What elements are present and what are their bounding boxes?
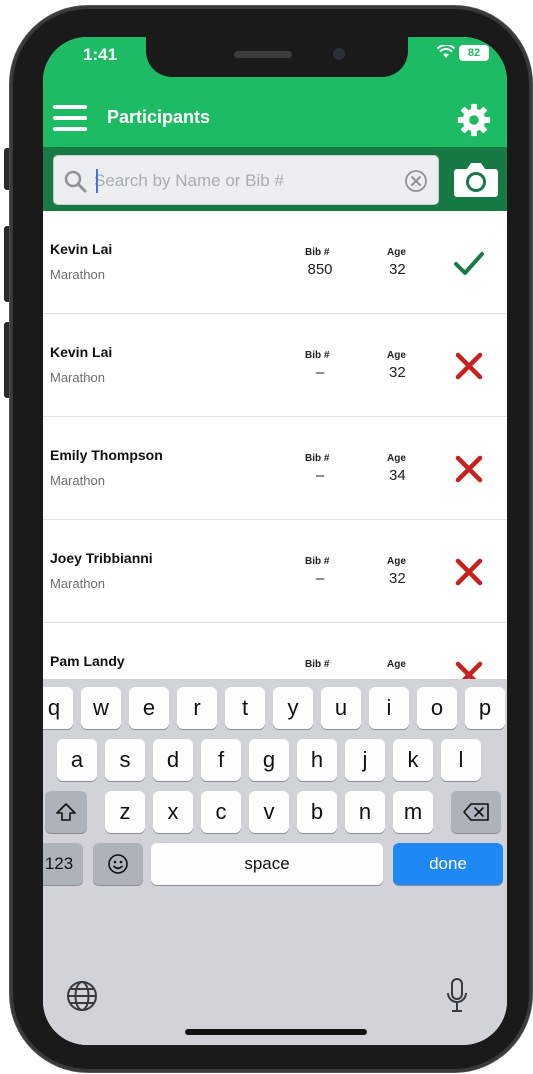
magnifier-icon <box>64 170 87 193</box>
key-h[interactable]: h <box>297 739 337 781</box>
age-value: 32 <box>389 261 406 278</box>
key-n[interactable]: n <box>345 791 385 833</box>
key-x[interactable]: x <box>153 791 193 833</box>
age-label: Age <box>387 350 406 361</box>
key-f[interactable]: f <box>201 739 241 781</box>
age-label: Age <box>387 453 406 464</box>
age-value: 34 <box>389 467 406 484</box>
participant-name: Pam Landy <box>50 653 125 669</box>
participant-name: Emily Thompson <box>50 447 163 463</box>
emoji-icon[interactable] <box>93 843 143 885</box>
notch <box>146 37 408 77</box>
clear-circle-icon[interactable] <box>404 169 428 193</box>
status-time: 1:41 <box>83 45 118 64</box>
bib-label: Bib # <box>305 350 330 361</box>
numbers-key[interactable]: 123 <box>43 843 83 885</box>
participant-event: Marathon <box>50 576 105 591</box>
gear-icon[interactable] <box>455 101 493 139</box>
bib-value: 850 <box>307 261 333 278</box>
bib-value: – <box>315 364 325 381</box>
space-key[interactable]: space <box>151 843 383 885</box>
list-item[interactable]: Joey Tribbianni Marathon Bib # – Age 32 <box>43 520 507 623</box>
hamburger-menu-icon[interactable] <box>53 105 87 135</box>
cross-icon[interactable] <box>453 556 485 588</box>
key-d[interactable]: d <box>153 739 193 781</box>
key-u[interactable]: u <box>321 687 361 729</box>
key-q[interactable]: q <box>43 687 73 729</box>
age-label: Age <box>387 247 406 258</box>
microphone-icon[interactable] <box>445 977 469 1015</box>
bib-label: Bib # <box>305 453 330 464</box>
camera-icon[interactable] <box>453 159 499 199</box>
participant-name: Joey Tribbianni <box>50 550 153 566</box>
search-input[interactable] <box>94 164 394 198</box>
backspace-icon[interactable] <box>451 791 501 833</box>
bib-value: – <box>315 570 325 587</box>
key-l[interactable]: l <box>441 739 481 781</box>
cross-icon[interactable] <box>453 350 485 382</box>
bib-label: Bib # <box>305 247 330 258</box>
key-g[interactable]: g <box>249 739 289 781</box>
key-s[interactable]: s <box>105 739 145 781</box>
age-label: Age <box>387 659 406 670</box>
participant-event: Marathon <box>50 473 105 488</box>
checkmark-icon[interactable] <box>453 247 485 279</box>
wifi-icon <box>436 44 456 64</box>
key-b[interactable]: b <box>297 791 337 833</box>
done-key[interactable]: done <box>393 843 503 885</box>
key-m[interactable]: m <box>393 791 433 833</box>
app-header: Participants <box>43 97 507 147</box>
key-a[interactable]: a <box>57 739 97 781</box>
key-z[interactable]: z <box>105 791 145 833</box>
key-e[interactable]: e <box>129 687 169 729</box>
participant-name: Kevin Lai <box>50 241 113 257</box>
bib-label: Bib # <box>305 556 330 567</box>
key-c[interactable]: c <box>201 791 241 833</box>
key-w[interactable]: w <box>81 687 121 729</box>
participant-list: Kevin Lai Marathon Bib # 850 Age 32 Kevi… <box>43 211 507 726</box>
age-label: Age <box>387 556 406 567</box>
age-value: 32 <box>389 364 406 381</box>
bib-label: Bib # <box>305 659 330 670</box>
shift-icon[interactable] <box>45 791 87 833</box>
battery-indicator: 82 <box>459 45 489 61</box>
key-j[interactable]: j <box>345 739 385 781</box>
key-v[interactable]: v <box>249 791 289 833</box>
screen: 1:41 82 Participants Search by Name or B… <box>43 37 507 1045</box>
globe-icon[interactable] <box>65 979 99 1013</box>
front-camera <box>333 48 345 60</box>
speaker-grille <box>234 51 292 58</box>
bib-value: – <box>315 467 325 484</box>
key-p[interactable]: p <box>465 687 505 729</box>
key-y[interactable]: y <box>273 687 313 729</box>
key-k[interactable]: k <box>393 739 433 781</box>
home-indicator[interactable] <box>185 1029 367 1035</box>
key-r[interactable]: r <box>177 687 217 729</box>
participant-event: Marathon <box>50 370 105 385</box>
list-item[interactable]: Kevin Lai Marathon Bib # – Age 32 <box>43 314 507 417</box>
list-item[interactable]: Emily Thompson Marathon Bib # – Age 34 <box>43 417 507 520</box>
key-i[interactable]: i <box>369 687 409 729</box>
participant-event: Marathon <box>50 267 105 282</box>
age-value: 32 <box>389 570 406 587</box>
on-screen-keyboard: q w e r t y u i o p a s d f g h j k l z … <box>43 679 507 1045</box>
text-cursor <box>96 169 98 193</box>
search-bar <box>43 147 507 211</box>
page-title: Participants <box>107 107 211 127</box>
key-o[interactable]: o <box>417 687 457 729</box>
key-t[interactable]: t <box>225 687 265 729</box>
search-field[interactable] <box>53 155 439 205</box>
cross-icon[interactable] <box>453 453 485 485</box>
list-item[interactable]: Kevin Lai Marathon Bib # 850 Age 32 <box>43 211 507 314</box>
participant-name: Kevin Lai <box>50 344 113 360</box>
